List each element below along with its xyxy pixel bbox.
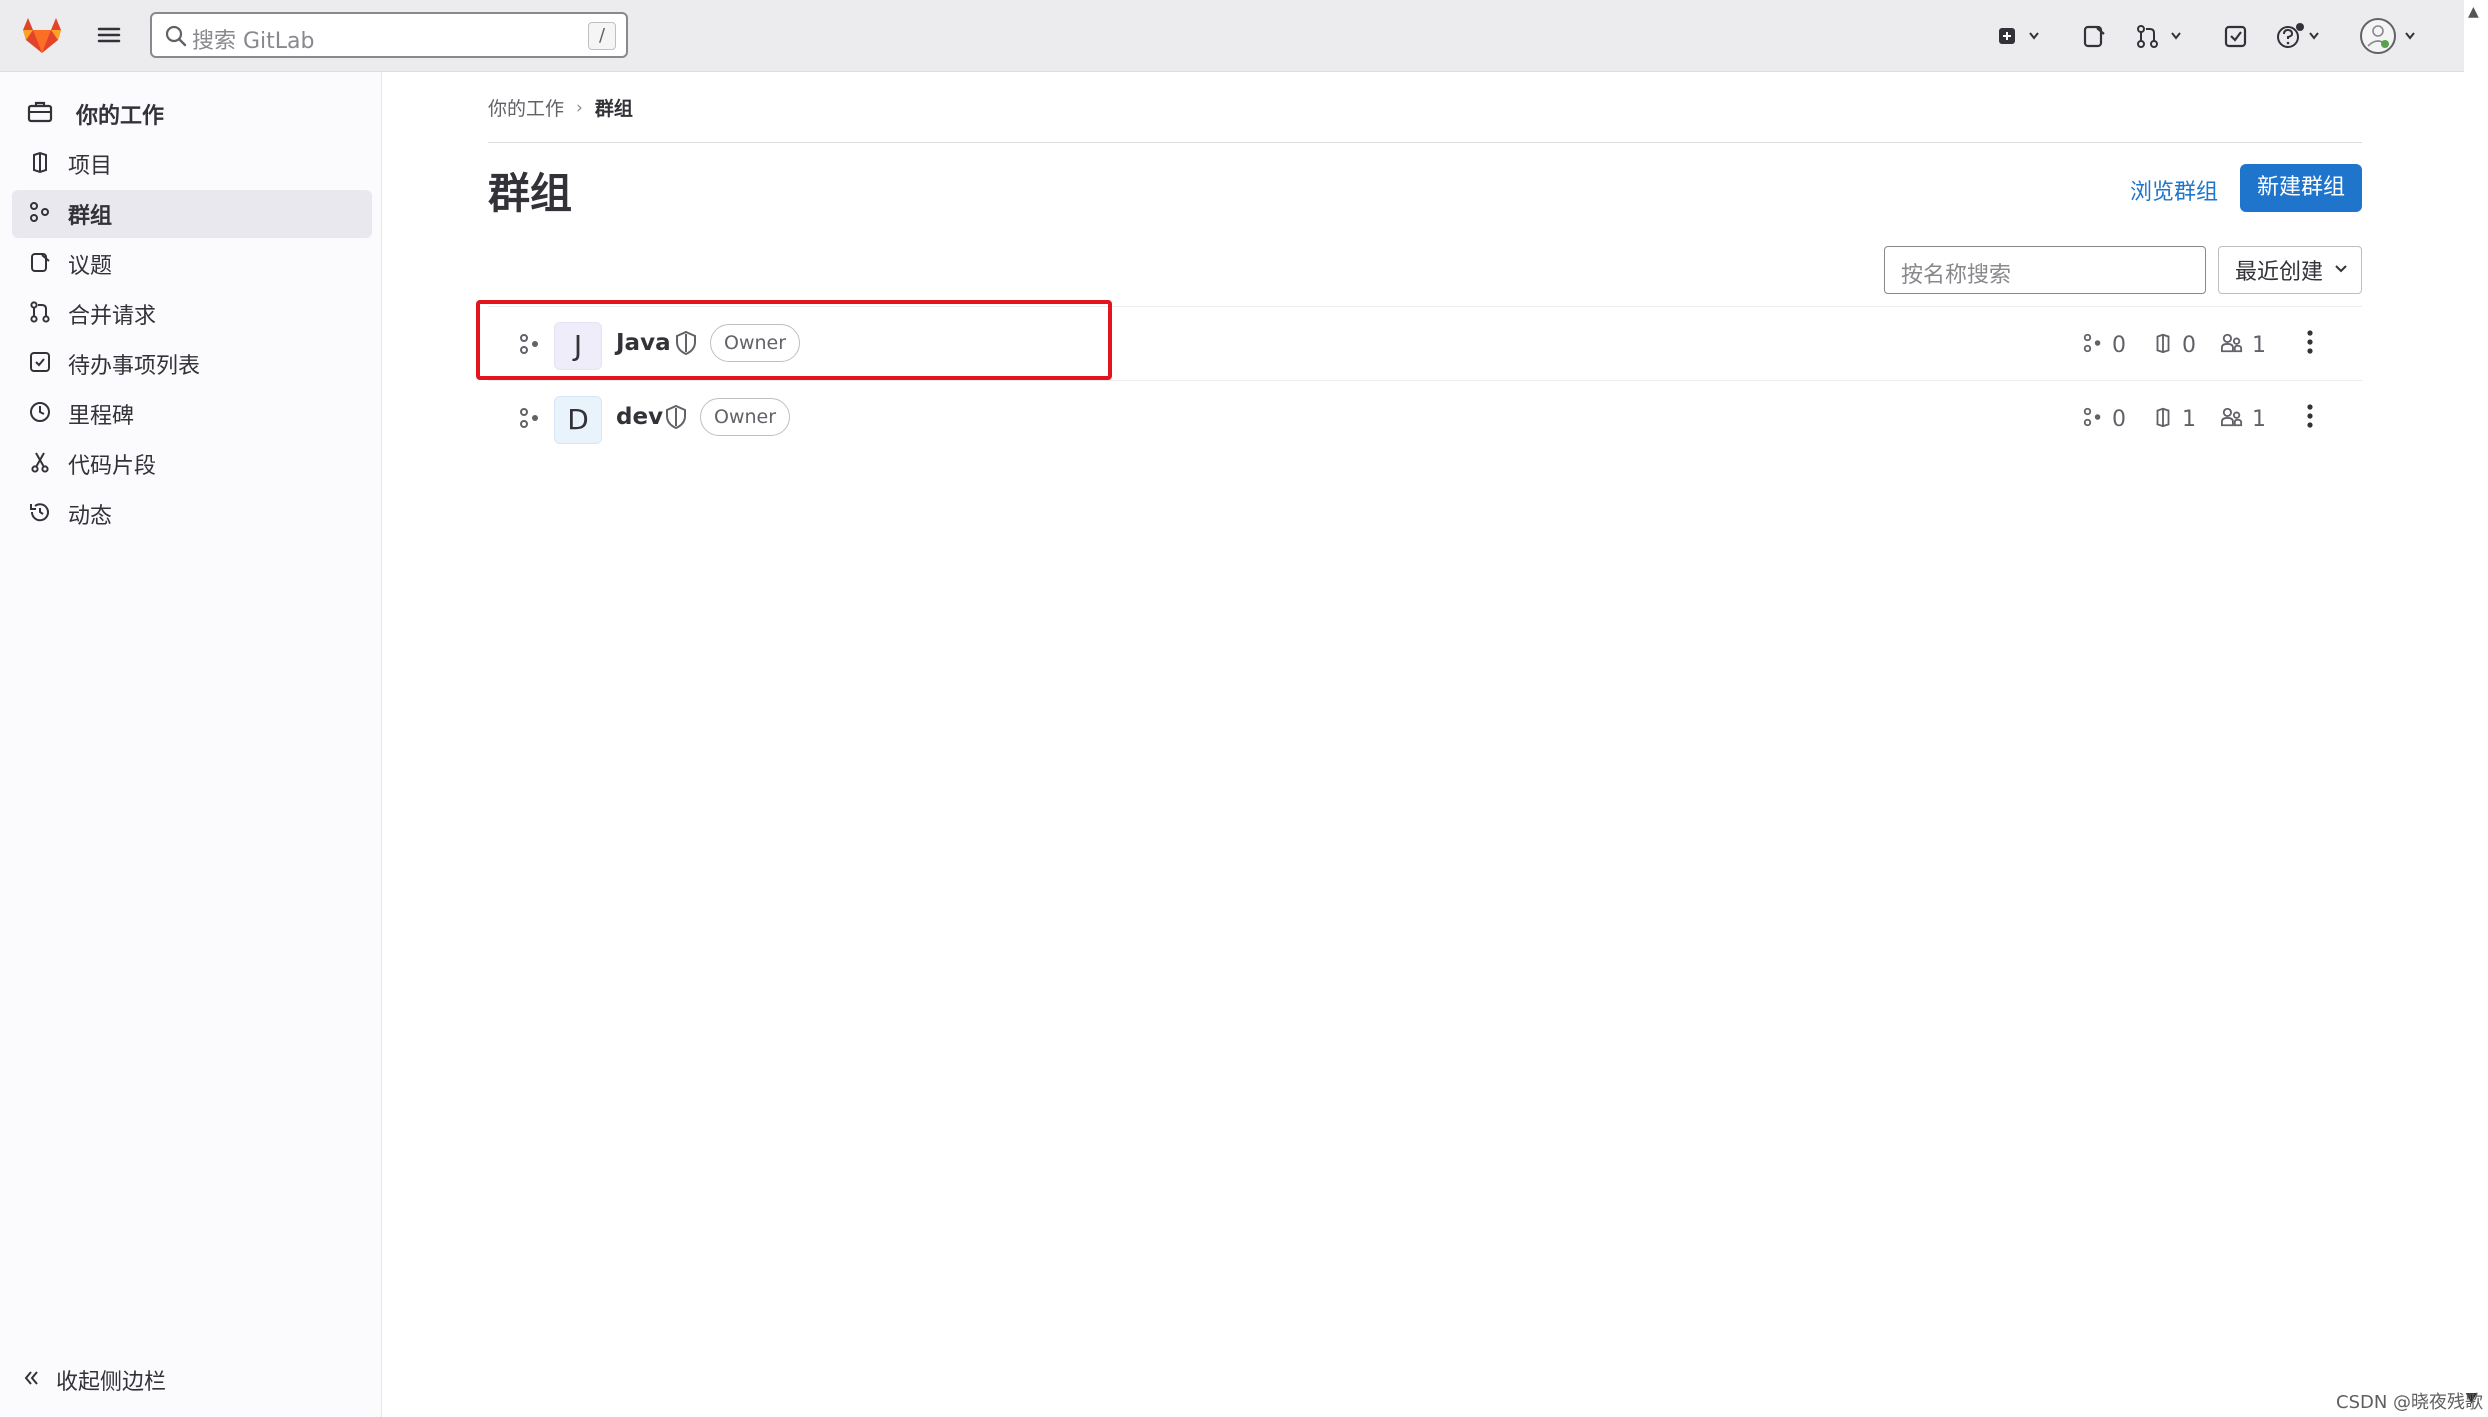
subgroups-count: 0 bbox=[2082, 332, 2126, 358]
sidebar-item-merge-requests[interactable]: 合并请求 bbox=[12, 290, 372, 338]
search-placeholder: 搜索 GitLab bbox=[192, 29, 315, 54]
sidebar-item-projects[interactable]: 项目 bbox=[12, 140, 372, 188]
sidebar-item-label: 合并请求 bbox=[68, 304, 157, 329]
new-item-dropdown[interactable] bbox=[1996, 20, 2046, 52]
sidebar-item-label: 里程碑 bbox=[68, 404, 135, 429]
sidebar-item-label: 代码片段 bbox=[68, 454, 157, 479]
collapse-sidebar-label: 收起侧边栏 bbox=[56, 1370, 167, 1395]
subgroups-count-value: 0 bbox=[2112, 406, 2126, 432]
help-dropdown[interactable] bbox=[2274, 20, 2330, 52]
users-icon bbox=[2220, 332, 2244, 358]
red-highlight-annotation bbox=[476, 300, 1112, 380]
todo-icon bbox=[28, 350, 52, 378]
subgroup-icon bbox=[2082, 332, 2104, 358]
members-count: 1 bbox=[2220, 406, 2266, 432]
snippet-icon bbox=[28, 450, 52, 478]
members-count-value: 1 bbox=[2252, 332, 2266, 358]
top-bar: 搜索 GitLab / bbox=[0, 0, 2464, 72]
sidebar-item-label: 动态 bbox=[68, 504, 113, 529]
double-chevron-left-icon bbox=[22, 1368, 42, 1392]
subgroup-icon bbox=[2082, 406, 2104, 432]
issues-icon[interactable] bbox=[2080, 20, 2108, 52]
subgroups-count: 0 bbox=[2082, 406, 2126, 432]
watermark: CSDN @晓夜残歌 bbox=[2336, 1392, 2484, 1413]
sidebar-context-label: 你的工作 bbox=[76, 104, 165, 129]
users-icon bbox=[2220, 406, 2244, 432]
sort-dropdown-label: 最近创建 bbox=[2235, 260, 2324, 285]
project-icon bbox=[28, 150, 52, 178]
subgroup-icon bbox=[518, 406, 542, 434]
breadcrumb-current[interactable]: 群组 bbox=[595, 94, 633, 121]
members-count-value: 1 bbox=[2252, 406, 2266, 432]
projects-count: 1 bbox=[2152, 406, 2196, 432]
sidebar-item-groups[interactable]: 群组 bbox=[12, 190, 372, 238]
sort-dropdown[interactable]: 最近创建 bbox=[2218, 246, 2362, 294]
sidebar-item-activity[interactable]: 动态 bbox=[12, 490, 372, 538]
new-group-button[interactable]: 新建群组 bbox=[2240, 164, 2362, 212]
project-icon bbox=[2152, 332, 2174, 358]
page-title: 群组 bbox=[488, 169, 573, 218]
explore-groups-link[interactable]: 浏览群组 bbox=[2130, 174, 2218, 206]
sidebar-item-milestones[interactable]: 里程碑 bbox=[12, 390, 372, 438]
sidebar: 你的工作 项目 群组 议题 合并请求 待办事项列表 里程碑 代码片段 动态 收起… bbox=[0, 72, 382, 1417]
user-avatar-dropdown[interactable] bbox=[2358, 16, 2426, 54]
breadcrumb: 你的工作 › 群组 bbox=[488, 94, 633, 121]
todo-icon[interactable] bbox=[2222, 20, 2250, 52]
role-badge: Owner bbox=[700, 398, 791, 436]
issues-icon bbox=[28, 250, 52, 278]
sidebar-item-label: 议题 bbox=[68, 254, 113, 279]
subgroups-count-value: 0 bbox=[2112, 332, 2126, 358]
sidebar-item-label: 群组 bbox=[68, 204, 113, 229]
hamburger-menu-icon[interactable] bbox=[94, 20, 124, 50]
breadcrumb-separator-icon: › bbox=[576, 97, 583, 118]
group-icon bbox=[28, 200, 52, 228]
divider bbox=[488, 142, 2362, 143]
sidebar-item-label: 待办事项列表 bbox=[68, 354, 201, 379]
members-count: 1 bbox=[2220, 332, 2266, 358]
group-name-link[interactable]: dev bbox=[616, 404, 663, 430]
project-icon bbox=[2152, 406, 2174, 432]
merge-request-icon bbox=[28, 300, 52, 328]
briefcase-icon bbox=[26, 98, 54, 130]
more-actions-icon[interactable] bbox=[2304, 402, 2316, 434]
projects-count-value: 1 bbox=[2182, 406, 2196, 432]
group-avatar[interactable]: D bbox=[554, 396, 602, 444]
sidebar-item-issues[interactable]: 议题 bbox=[12, 240, 372, 288]
projects-count: 0 bbox=[2152, 332, 2196, 358]
filter-by-name-input[interactable]: 按名称搜索 bbox=[1884, 246, 2206, 294]
filter-placeholder: 按名称搜索 bbox=[1901, 263, 2012, 288]
search-icon bbox=[164, 24, 188, 48]
projects-count-value: 0 bbox=[2182, 332, 2196, 358]
search-input[interactable]: 搜索 GitLab / bbox=[150, 12, 628, 58]
breadcrumb-parent-link[interactable]: 你的工作 bbox=[488, 94, 564, 121]
search-shortcut-key: / bbox=[588, 22, 616, 50]
shield-icon bbox=[664, 404, 688, 434]
clock-icon bbox=[28, 400, 52, 428]
sidebar-context-header[interactable]: 你的工作 bbox=[26, 92, 164, 136]
gitlab-logo-icon[interactable] bbox=[22, 16, 62, 54]
history-icon bbox=[28, 500, 52, 528]
sidebar-item-label: 项目 bbox=[68, 154, 113, 179]
collapse-sidebar-button[interactable]: 收起侧边栏 bbox=[22, 1364, 166, 1396]
sidebar-item-snippets[interactable]: 代码片段 bbox=[12, 440, 372, 488]
chevron-down-icon bbox=[2323, 260, 2349, 280]
scrollbar-up-arrow-icon[interactable]: ▲ bbox=[2468, 4, 2479, 20]
more-actions-icon[interactable] bbox=[2304, 328, 2316, 360]
sidebar-item-todos[interactable]: 待办事项列表 bbox=[12, 340, 372, 388]
merge-requests-dropdown[interactable] bbox=[2134, 20, 2190, 52]
group-row[interactable]: D dev Owner 0 1 1 bbox=[488, 382, 2362, 454]
